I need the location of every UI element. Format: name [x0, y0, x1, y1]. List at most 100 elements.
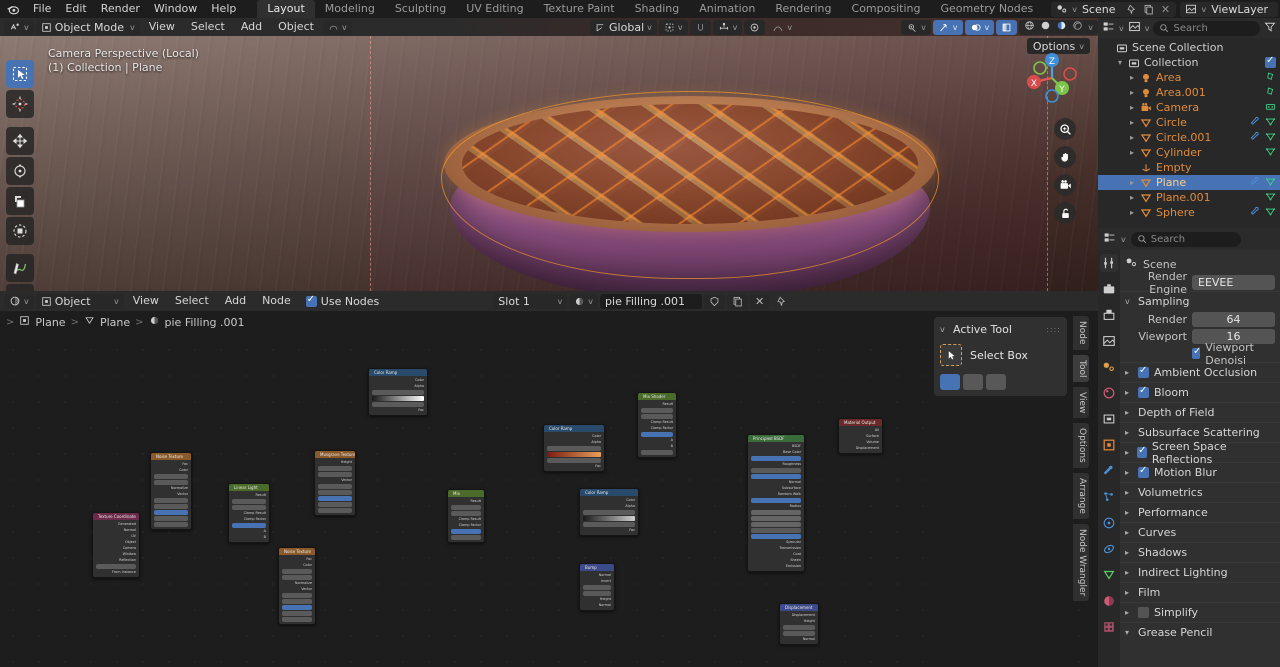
- properties-section-shadows[interactable]: ▸ Shadows: [1120, 542, 1280, 562]
- tab-collection-properties[interactable]: [1100, 410, 1118, 428]
- shader-node-color-ramp[interactable]: Color Ramp Color Alpha Fac: [579, 488, 639, 536]
- pin-material-button[interactable]: [771, 294, 792, 309]
- properties-search-input[interactable]: Search: [1130, 231, 1241, 247]
- node-value-field[interactable]: [96, 564, 136, 569]
- gizmo-toggle[interactable]: v: [932, 19, 963, 35]
- viewport-menu-select[interactable]: Select: [184, 18, 232, 36]
- node-value-field[interactable]: [318, 484, 352, 489]
- overlays-toggle[interactable]: v: [964, 19, 995, 35]
- shader-node-bump[interactable]: Bump Normal Invert Height Normal: [579, 563, 615, 611]
- outliner-item-collection[interactable]: ▾ Collection: [1098, 55, 1280, 70]
- camera-nav-icon[interactable]: [1054, 174, 1076, 196]
- shader-node-texture-coordinate[interactable]: Texture Coordinate Generated Normal UV Objec…: [92, 512, 140, 578]
- modifier-data-icon[interactable]: [1250, 176, 1261, 190]
- node-value-field[interactable]: [318, 508, 352, 513]
- node-header[interactable]: Material Output: [839, 419, 882, 426]
- node-value-field[interactable]: [547, 446, 601, 451]
- unlink-material-button[interactable]: ✕: [750, 293, 770, 309]
- sidebar-tab-tool[interactable]: Tool: [1073, 354, 1089, 382]
- transform-orientation-selector[interactable]: Global v: [590, 19, 657, 35]
- section-enable-checkbox[interactable]: [1138, 607, 1149, 618]
- outliner-editor-type-icon[interactable]: [1102, 20, 1115, 36]
- tab-particles-properties[interactable]: [1100, 488, 1118, 506]
- pan-nav-icon[interactable]: [1054, 146, 1076, 168]
- viewport-denoising-row[interactable]: Viewport Denoisi: [1120, 341, 1280, 367]
- collection-enable-checkbox[interactable]: [1265, 55, 1276, 68]
- modifier-data-icon[interactable]: [1250, 131, 1261, 145]
- proportional-falloff-selector[interactable]: v: [767, 20, 797, 35]
- node-header[interactable]: Linear Light: [229, 484, 269, 491]
- workspace-tab-uv-editing[interactable]: UV Editing: [456, 0, 533, 18]
- select-set-mode-button[interactable]: [940, 374, 960, 390]
- modifier-data-icon[interactable]: [1250, 116, 1261, 130]
- shader-node-mix[interactable]: Mix Result Clamp Result Clamp Factor: [447, 489, 485, 543]
- properties-section-indirect-lighting[interactable]: ▸ Indirect Lighting: [1120, 562, 1280, 582]
- chevron-down-icon[interactable]: ▾: [1114, 58, 1126, 67]
- node-value-field[interactable]: [154, 516, 188, 521]
- breadcrumb-object[interactable]: Plane: [35, 316, 65, 329]
- panel-drag-handle-icon[interactable]: ::::: [1046, 325, 1061, 334]
- xray-toggle[interactable]: [996, 19, 1018, 35]
- scale-tool[interactable]: [6, 187, 34, 215]
- tab-material-properties[interactable]: [1100, 592, 1118, 610]
- properties-section-bloom[interactable]: ▸ Bloom: [1120, 382, 1280, 402]
- annotate-tool[interactable]: [6, 254, 34, 282]
- menu-help[interactable]: Help: [204, 0, 243, 18]
- select-box-tool-icon[interactable]: [940, 344, 962, 366]
- new-scene-icon[interactable]: [1141, 2, 1155, 16]
- tab-constraint-properties[interactable]: [1100, 540, 1118, 558]
- cursor-tool[interactable]: [6, 90, 34, 118]
- new-material-button[interactable]: [727, 293, 749, 309]
- mesh-data-icon[interactable]: [1265, 176, 1276, 190]
- outliner-item-circle-001[interactable]: ▸ Circle.001: [1098, 130, 1280, 145]
- node-value-field[interactable]: [232, 523, 266, 528]
- node-value-field[interactable]: [641, 414, 673, 419]
- outliner-item-cylinder[interactable]: ▸ Cylinder: [1098, 145, 1280, 160]
- node-value-field[interactable]: [641, 408, 673, 413]
- node-header[interactable]: Noise Texture: [279, 548, 315, 555]
- render-engine-select[interactable]: EEVEE: [1192, 275, 1275, 290]
- select-extend-mode-button[interactable]: [963, 374, 983, 390]
- chevron-right-icon[interactable]: ▸: [1126, 178, 1138, 187]
- viewlayer-selector[interactable]: v ViewLayer: [1180, 1, 1278, 17]
- node-value-field[interactable]: [751, 528, 801, 533]
- shading-mode-group[interactable]: v: [1019, 19, 1098, 35]
- breadcrumb-mesh[interactable]: Plane: [100, 316, 130, 329]
- move-tool[interactable]: [6, 127, 34, 155]
- shader-node-principled-bsdf[interactable]: Principled BSDF BSDF Base Color Roughness No…: [747, 434, 805, 572]
- workspace-tab-layout[interactable]: Layout: [257, 0, 315, 18]
- visibility-selector[interactable]: v: [901, 19, 931, 35]
- tab-tool-properties[interactable]: [1100, 254, 1118, 272]
- outliner-item-area-001[interactable]: ▸ Area.001: [1098, 85, 1280, 100]
- node-value-field[interactable]: [232, 499, 266, 504]
- outliner-item-plane-001[interactable]: ▸ Plane.001: [1098, 190, 1280, 205]
- sidebar-tab-arrange[interactable]: Arrange: [1073, 473, 1089, 519]
- properties-section-curves[interactable]: ▸ Curves: [1120, 522, 1280, 542]
- node-value-field[interactable]: [282, 599, 312, 604]
- node-value-field[interactable]: [751, 468, 801, 473]
- rotate-tool[interactable]: [6, 157, 34, 185]
- menu-file[interactable]: File: [26, 0, 58, 18]
- node-value-field[interactable]: [154, 474, 188, 479]
- node-color-ramp[interactable]: [372, 396, 424, 401]
- tab-data-properties[interactable]: [1100, 566, 1118, 584]
- node-value-field[interactable]: [547, 458, 601, 463]
- shader-menu-node[interactable]: Node: [255, 292, 298, 310]
- solid-shading-icon[interactable]: [1040, 20, 1051, 34]
- shader-menu-view[interactable]: View: [126, 292, 166, 310]
- active-tool-row[interactable]: Select Box: [940, 344, 1061, 366]
- pivot-point-selector[interactable]: v: [658, 19, 688, 35]
- node-value-field[interactable]: [783, 625, 815, 630]
- transform-tool[interactable]: [6, 217, 34, 245]
- node-value-field[interactable]: [154, 522, 188, 527]
- node-header[interactable]: Musgrave Texture: [315, 451, 355, 458]
- properties-section-screen-space-reflections[interactable]: ▸ Screen Space Reflections: [1120, 440, 1280, 466]
- node-value-field[interactable]: [641, 432, 673, 437]
- node-value-field[interactable]: [751, 456, 801, 461]
- node-header[interactable]: Noise Texture: [151, 453, 191, 460]
- section-enable-checkbox[interactable]: [1138, 385, 1149, 398]
- use-nodes-toggle[interactable]: Use Nodes: [305, 294, 379, 308]
- editor-type-selector-shader[interactable]: v: [4, 293, 34, 309]
- workspace-tab-texture-paint[interactable]: Texture Paint: [534, 0, 625, 18]
- workspace-tab-compositing[interactable]: Compositing: [842, 0, 931, 18]
